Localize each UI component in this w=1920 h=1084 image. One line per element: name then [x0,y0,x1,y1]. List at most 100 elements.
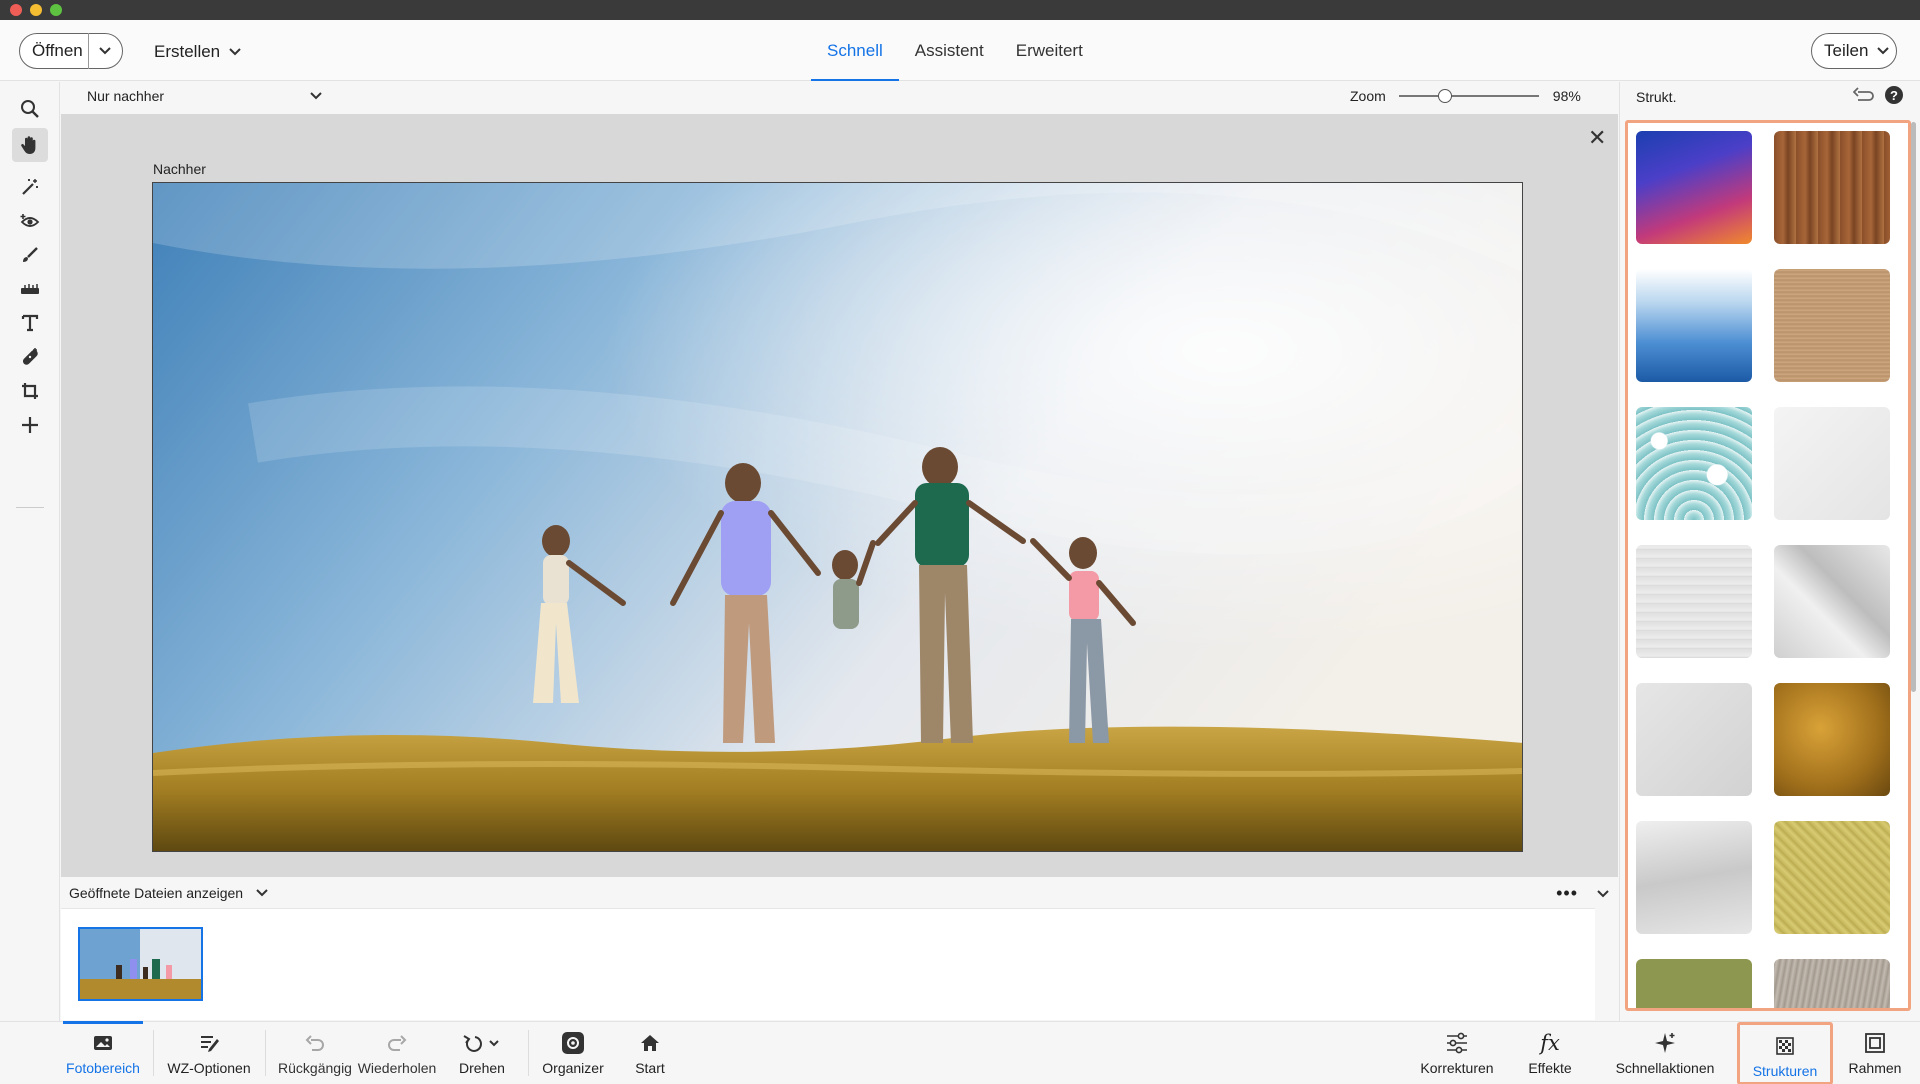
texture-peeling-paint[interactable] [1636,821,1752,934]
button-label: Start [635,1060,665,1076]
textures-grid [1625,120,1911,1011]
textures-icon [1776,1033,1794,1059]
move-icon[interactable] [12,408,48,442]
zoom-tool-icon[interactable] [12,92,48,126]
texture-green[interactable] [1636,959,1752,1008]
create-menu-label: Erstellen [154,42,221,61]
chevron-down-icon[interactable] [1596,886,1610,904]
photo-thumbnail[interactable] [78,927,203,1001]
photo-bin-header: Geöffnete Dateien anzeigen [69,885,244,901]
hand-tool-icon[interactable] [12,128,48,162]
create-menu[interactable]: Erstellen [154,42,242,62]
minimize-window-button[interactable] [30,4,42,16]
taskbar: Fotobereich WZ-Optionen Rückgängig Wiede… [0,1021,1920,1084]
effects-button[interactable]: fx Effekte [1520,1022,1580,1084]
photo-bin-list [61,908,1595,1020]
view-label: Nachher [153,161,206,177]
help-icon[interactable]: ? [1885,86,1903,104]
effects-icon: fx [1540,1031,1560,1055]
text-tool-icon[interactable] [12,306,48,340]
button-label: Rahmen [1848,1060,1902,1076]
adjustments-icon [1445,1030,1469,1056]
crop-icon[interactable] [12,374,48,408]
texture-gold-foil[interactable] [1774,683,1890,796]
top-bar: Öffnen Erstellen Schnell Assistent Erwei… [0,20,1920,81]
rotate-button[interactable]: Drehen [452,1022,512,1084]
chevron-down-icon [256,889,268,897]
close-window-button[interactable] [10,4,22,16]
straighten-icon[interactable] [12,272,48,306]
view-select-value: Nur nachher [87,88,165,104]
button-label: Effekte [1528,1060,1572,1076]
undo-button[interactable]: Rückgängig [275,1022,355,1084]
texture-white-paper[interactable] [1774,407,1890,520]
textures-panel: Strukt. ? [1619,82,1920,1022]
options-bar: Nur nachher Zoom 98% [61,82,1618,114]
frames-button[interactable]: Rahmen [1843,1022,1907,1084]
texture-crumpled-paper[interactable] [1774,545,1890,658]
red-eye-icon[interactable] [12,204,48,238]
texture-brick[interactable] [1636,545,1752,658]
button-label: Korrekturen [1420,1060,1494,1076]
zoom-window-button[interactable] [50,4,62,16]
texture-gradient[interactable] [1636,131,1752,244]
zoom-slider[interactable] [1398,89,1539,103]
close-icon[interactable]: ✕ [1588,127,1606,149]
redo-icon [387,1030,407,1056]
tool-options-icon [198,1030,220,1056]
button-label: Wiederholen [357,1060,437,1076]
chevron-down-icon [310,92,322,100]
button-label: Rückgängig [278,1060,352,1076]
panel-scrollbar[interactable] [1911,122,1916,692]
photo-bin-icon [93,1030,113,1056]
zoom-control: Zoom 98% [1350,88,1581,104]
home-button[interactable]: Start [620,1022,680,1084]
tools-panel [0,82,60,1022]
textures-button[interactable]: Strukturen [1737,1022,1833,1084]
texture-wood[interactable] [1774,131,1890,244]
tab-expert[interactable]: Erweitert [1000,20,1099,81]
adjustments-button[interactable]: Korrekturen [1411,1022,1503,1084]
tab-guided[interactable]: Assistent [899,20,1000,81]
zoom-value: 98% [1552,88,1581,104]
texture-grey-fur[interactable] [1774,959,1890,1008]
title-bar [0,0,1920,20]
chevron-down-icon[interactable] [89,46,121,56]
chevron-down-icon [1877,47,1890,55]
reset-icon[interactable] [1852,87,1875,108]
button-label: Organizer [542,1060,604,1076]
texture-concrete[interactable] [1636,683,1752,796]
home-icon [640,1030,660,1056]
organizer-button[interactable]: Organizer [538,1022,608,1084]
photo-bin-button[interactable]: Fotobereich [63,1021,143,1084]
zoom-slider-handle[interactable] [1437,89,1452,103]
texture-yellow-fabric[interactable] [1774,821,1890,934]
quick-actions-button[interactable]: Schnellaktionen [1605,1022,1725,1084]
photo-image[interactable] [152,182,1523,852]
divider [16,507,44,508]
chevron-down-icon [229,48,241,56]
texture-burlap[interactable] [1774,269,1890,382]
tab-quick[interactable]: Schnell [811,20,899,81]
mode-tabs: Schnell Assistent Erweitert [811,20,1099,81]
spot-healing-icon[interactable] [12,340,48,374]
photo-bin-filter[interactable]: Geöffnete Dateien anzeigen [69,885,269,901]
texture-blue-polygon[interactable] [1636,269,1752,382]
view-select[interactable]: Nur nachher [87,88,323,104]
share-button[interactable]: Teilen [1811,33,1897,69]
button-label: Strukturen [1752,1063,1818,1079]
button-label: Fotobereich [66,1060,140,1076]
magic-wand-icon[interactable] [12,170,48,204]
divider [153,1030,154,1076]
rotate-icon [462,1030,502,1056]
divider [528,1030,529,1076]
share-button-label: Teilen [1824,41,1869,60]
tool-options-button[interactable]: WZ-Optionen [163,1022,255,1084]
redo-button[interactable]: Wiederholen [355,1022,439,1084]
more-options-icon[interactable]: ••• [1556,883,1578,904]
texture-wave-pattern[interactable] [1636,407,1752,520]
open-button-label: Öffnen [32,41,83,60]
brush-icon[interactable] [12,238,48,272]
open-button[interactable]: Öffnen [19,33,123,69]
zoom-label: Zoom [1350,88,1386,104]
